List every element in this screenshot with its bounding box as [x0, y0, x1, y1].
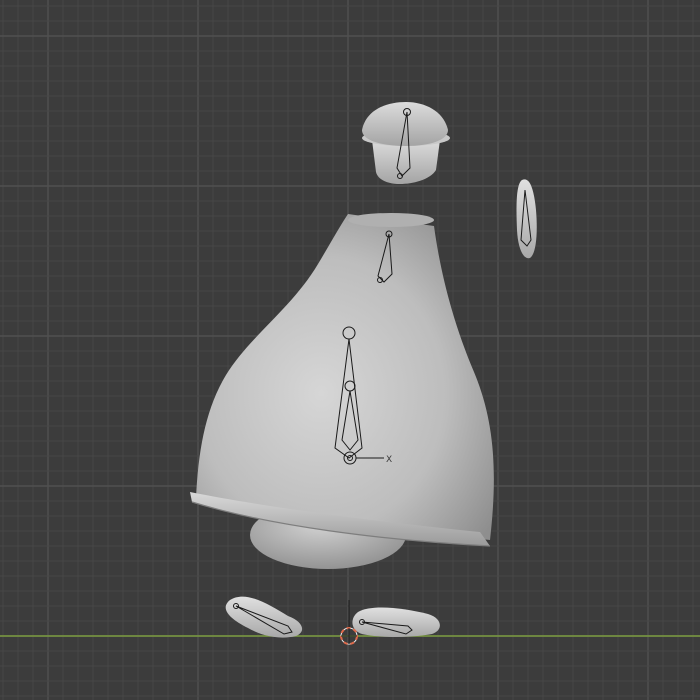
viewport-canvas[interactable]: X — [0, 0, 700, 700]
3d-cursor-icon[interactable] — [340, 627, 358, 645]
3d-viewport[interactable]: X — [0, 0, 700, 700]
axis-x-label: X — [386, 455, 392, 465]
